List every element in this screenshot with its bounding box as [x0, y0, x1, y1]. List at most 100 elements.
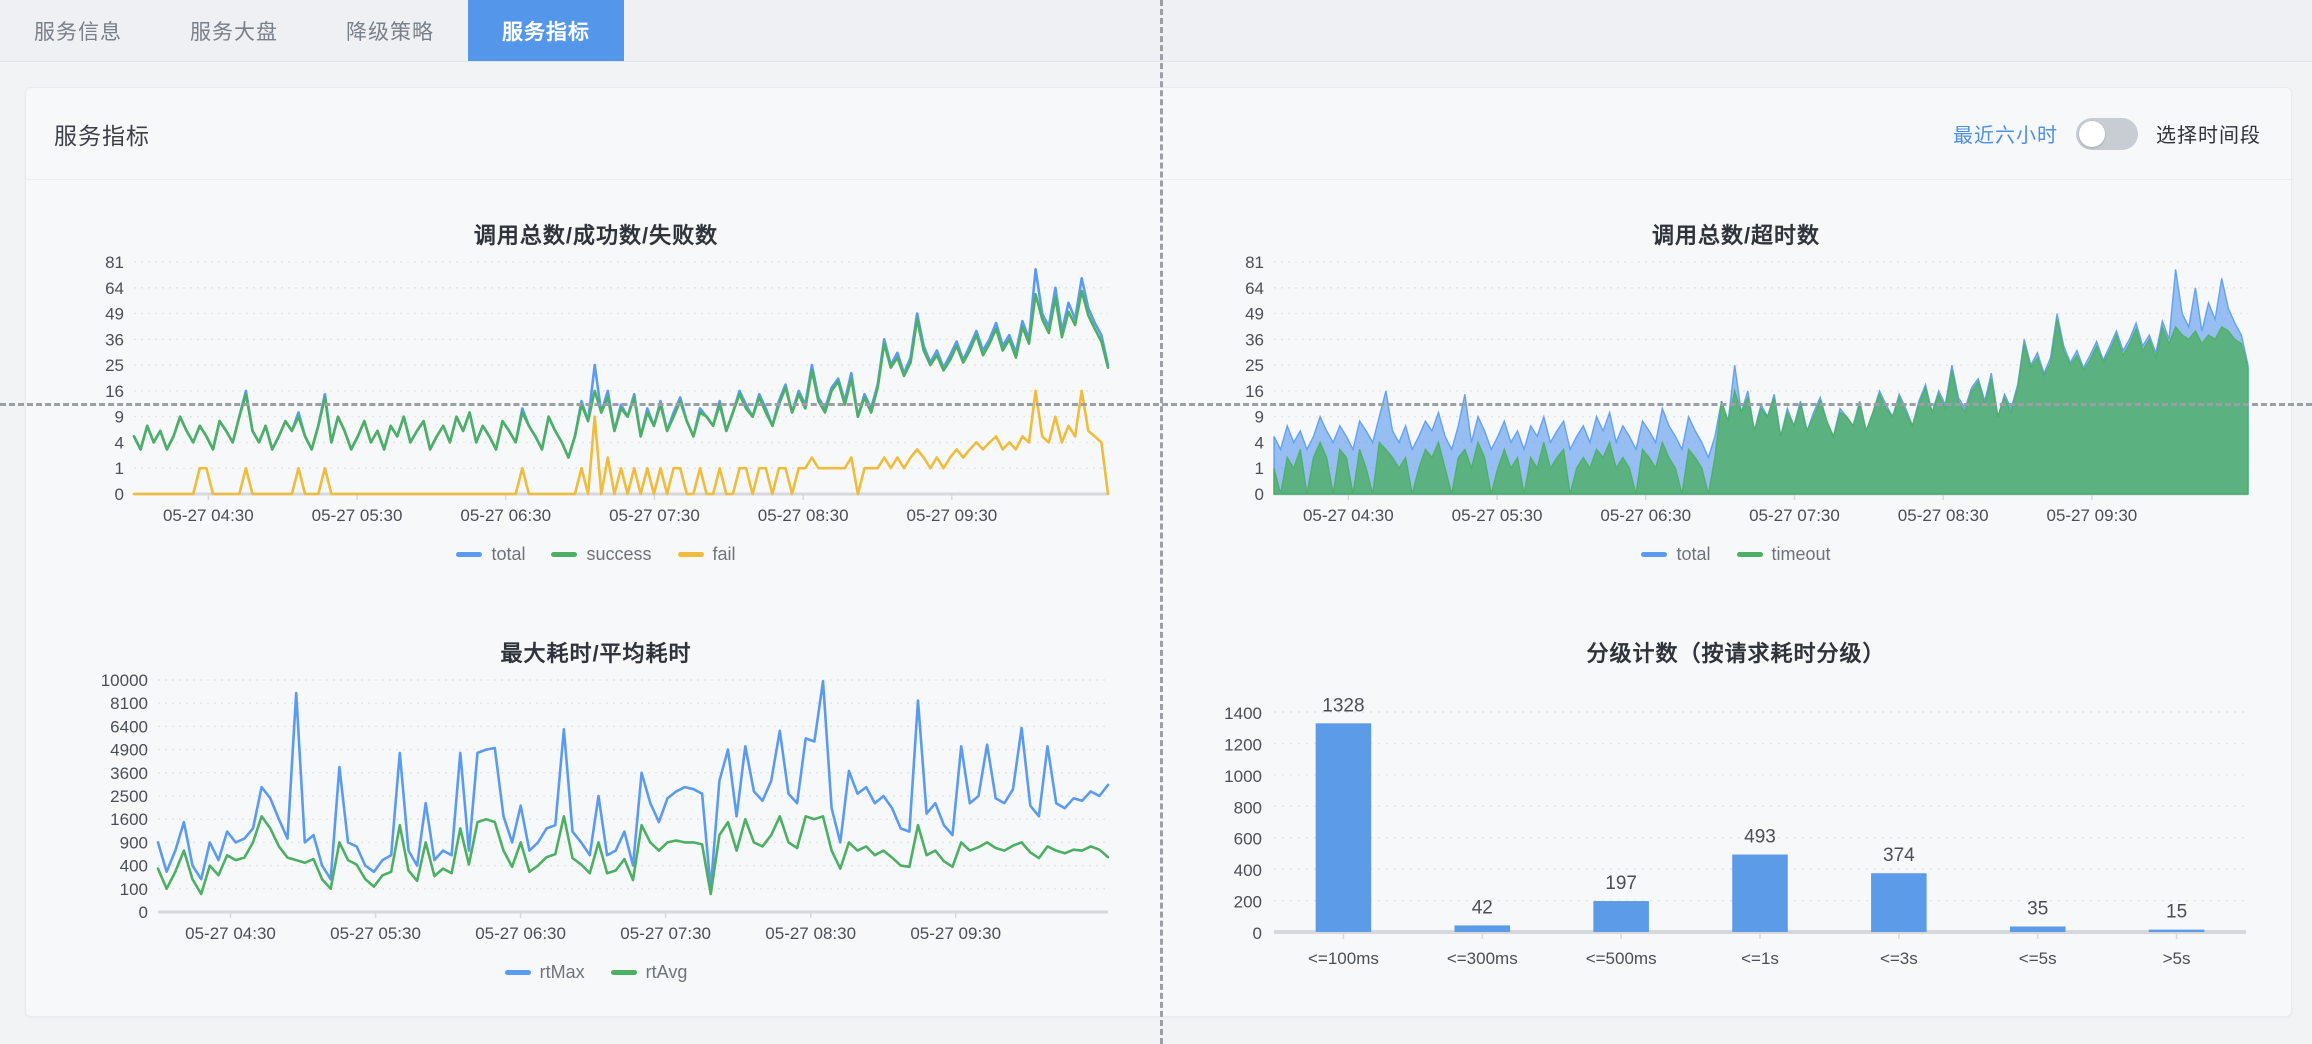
svg-text:05-27 09:30: 05-27 09:30 [2046, 506, 2137, 525]
svg-text:<=100ms: <=100ms [1308, 949, 1379, 968]
chart-legend: rtMax rtAvg [46, 962, 1146, 983]
range-preset-label[interactable]: 最近六小时 [1953, 119, 2058, 148]
chart-cell-grade-count: 分级计数（按请求耗时分级） 0 200 400 600 800 1000 1200 1400 1… [1166, 598, 2291, 1016]
svg-text:>5s: >5s [2163, 949, 2191, 968]
svg-text:9: 9 [1255, 408, 1264, 427]
page-root: 服务信息 服务大盘 降级策略 服务指标 服务指标 最近六小时 选择时间段 调用总… [0, 0, 2312, 1044]
tab-service-dashboard[interactable]: 服务大盘 [156, 0, 312, 61]
legend-swatch [610, 970, 637, 975]
chart-title: 调用总数/成功数/失败数 [473, 223, 719, 248]
tab-service-info[interactable]: 服务信息 [0, 0, 156, 61]
chart-cell-calls-total-success-fail: 调用总数/成功数/失败数 0 1 4 9 16 25 36 49 64 81 05-27 04:30… [26, 180, 1166, 598]
svg-text:0: 0 [1255, 485, 1264, 504]
legend-item-fail[interactable]: fail [677, 544, 736, 565]
chart-plot-area[interactable]: 0 1 4 9 16 25 36 49 64 81 05-27 04:30 05-27 05:30 05… [46, 250, 1146, 540]
chart-plot-area[interactable]: 0 1 4 9 16 25 36 49 64 81 05-27 04:30 05-27 05:30 05… [1186, 250, 2286, 540]
chart-title: 分级计数（按请求耗时分级） [1586, 641, 1886, 666]
legend-swatch [1736, 552, 1763, 557]
chart-plot-area[interactable]: 0 100 400 900 1600 2500 3600 4900 6400 8100 10000 0… [46, 668, 1146, 958]
legend-item-total[interactable]: total [456, 544, 525, 565]
svg-text:0: 0 [115, 485, 124, 504]
svg-text:100: 100 [120, 880, 148, 899]
tab-degrade-policy[interactable]: 降级策略 [312, 0, 468, 61]
svg-text:05-27 07:30: 05-27 07:30 [1749, 506, 1840, 525]
svg-text:1: 1 [1255, 459, 1264, 478]
legend-item-success[interactable]: success [551, 544, 652, 565]
svg-text:81: 81 [105, 253, 124, 272]
svg-text:05-27 06:30: 05-27 06:30 [1600, 506, 1691, 525]
legend-label: fail [712, 544, 736, 564]
legend-label: timeout [1771, 544, 1831, 564]
svg-text:05-27 09:30: 05-27 09:30 [906, 506, 997, 525]
legend-item-total[interactable]: total [1641, 544, 1711, 565]
time-range-toggle[interactable] [2076, 117, 2138, 150]
legend-swatch [1641, 552, 1668, 557]
svg-text:16: 16 [105, 382, 124, 401]
legend-swatch [551, 552, 578, 557]
legend-swatch [677, 552, 704, 557]
svg-text:05-27 04:30: 05-27 04:30 [1303, 506, 1394, 525]
tab-service-metrics[interactable]: 服务指标 [468, 0, 624, 61]
svg-text:900: 900 [120, 833, 148, 852]
svg-text:1328: 1328 [1322, 695, 1364, 716]
bar-chart-svg[interactable]: 0 200 400 600 800 1000 1200 1400 1328 <=100ms 42 <=… [1186, 668, 2286, 988]
legend-item-timeout[interactable]: timeout [1736, 544, 1831, 565]
line-chart-svg[interactable]: 014916253649648105-27 04:30 05-27 05:30 05… [46, 250, 1146, 540]
svg-text:05-27 07:30: 05-27 07:30 [620, 924, 711, 943]
page-title: 服务指标 [54, 122, 150, 149]
svg-text:<=1s: <=1s [1741, 949, 1779, 968]
svg-text:0: 0 [1253, 924, 1262, 943]
tab-label: 服务指标 [502, 20, 590, 44]
chart-cell-rt-max-avg: 最大耗时/平均耗时 0 100 400 900 1600 2500 3600 4900 6400… [26, 598, 1166, 1016]
svg-text:05-27 06:30: 05-27 06:30 [475, 924, 566, 943]
svg-text:374: 374 [1883, 845, 1915, 866]
svg-text:49: 49 [1245, 305, 1264, 324]
svg-text:3600: 3600 [110, 764, 148, 783]
legend-item-rtavg[interactable]: rtAvg [610, 962, 688, 983]
svg-text:4900: 4900 [110, 741, 148, 760]
time-range-controls: 最近六小时 选择时间段 [1953, 117, 2261, 150]
toggle-knob [2079, 120, 2105, 147]
svg-text:16: 16 [1245, 382, 1264, 401]
chart-legend: total timeout [1186, 544, 2286, 565]
svg-text:8100: 8100 [110, 694, 148, 713]
svg-text:400: 400 [1234, 861, 1262, 880]
svg-text:<=5s: <=5s [2019, 949, 2057, 968]
range-custom-label[interactable]: 选择时间段 [2156, 119, 2261, 148]
svg-text:05-27 09:30: 05-27 09:30 [910, 924, 1001, 943]
svg-text:<=500ms: <=500ms [1586, 949, 1657, 968]
svg-text:05-27 04:30: 05-27 04:30 [185, 924, 276, 943]
legend-label: success [586, 544, 652, 564]
svg-text:35: 35 [2027, 899, 2048, 920]
svg-text:1400: 1400 [1224, 704, 1262, 723]
svg-text:0: 0 [139, 903, 148, 922]
svg-text:<=300ms: <=300ms [1447, 949, 1518, 968]
svg-text:400: 400 [120, 857, 148, 876]
tab-label: 降级策略 [346, 20, 434, 44]
legend-label: rtAvg [645, 962, 688, 982]
svg-text:<=3s: <=3s [1880, 949, 1918, 968]
svg-text:4: 4 [115, 433, 124, 452]
svg-text:197: 197 [1605, 873, 1637, 894]
chart-plot-area[interactable]: 0 200 400 600 800 1000 1200 1400 1328 <=100ms 42 <=… [1186, 668, 2286, 988]
svg-text:42: 42 [1472, 897, 1493, 918]
svg-text:1200: 1200 [1224, 735, 1262, 754]
svg-text:800: 800 [1234, 798, 1262, 817]
charts-grid: 调用总数/成功数/失败数 0 1 4 9 16 25 36 49 64 81 05-27 04:30… [26, 180, 2291, 1016]
svg-text:10000: 10000 [101, 671, 148, 690]
service-metrics-card: 服务指标 最近六小时 选择时间段 调用总数/成功数/失败数 0 1 4 9 16 25 36… [25, 87, 2292, 1017]
area-chart-svg[interactable]: 014916253649648105-27 04:30 05-27 05:30 05… [1186, 250, 2286, 540]
svg-text:36: 36 [105, 330, 124, 349]
svg-text:05-27 06:30: 05-27 06:30 [460, 506, 551, 525]
legend-swatch [504, 970, 531, 975]
svg-text:600: 600 [1234, 830, 1262, 849]
svg-text:25: 25 [105, 356, 124, 375]
legend-item-rtmax[interactable]: rtMax [504, 962, 585, 983]
svg-text:05-27 04:30: 05-27 04:30 [163, 506, 254, 525]
svg-text:64: 64 [105, 279, 124, 298]
line-chart-svg[interactable]: 0 100 400 900 1600 2500 3600 4900 6400 8100 10000 0… [46, 668, 1146, 958]
svg-text:81: 81 [1245, 253, 1264, 272]
svg-text:05-27 05:30: 05-27 05:30 [1452, 506, 1543, 525]
chart-title: 最大耗时/平均耗时 [500, 641, 692, 666]
tab-label: 服务信息 [34, 20, 122, 44]
